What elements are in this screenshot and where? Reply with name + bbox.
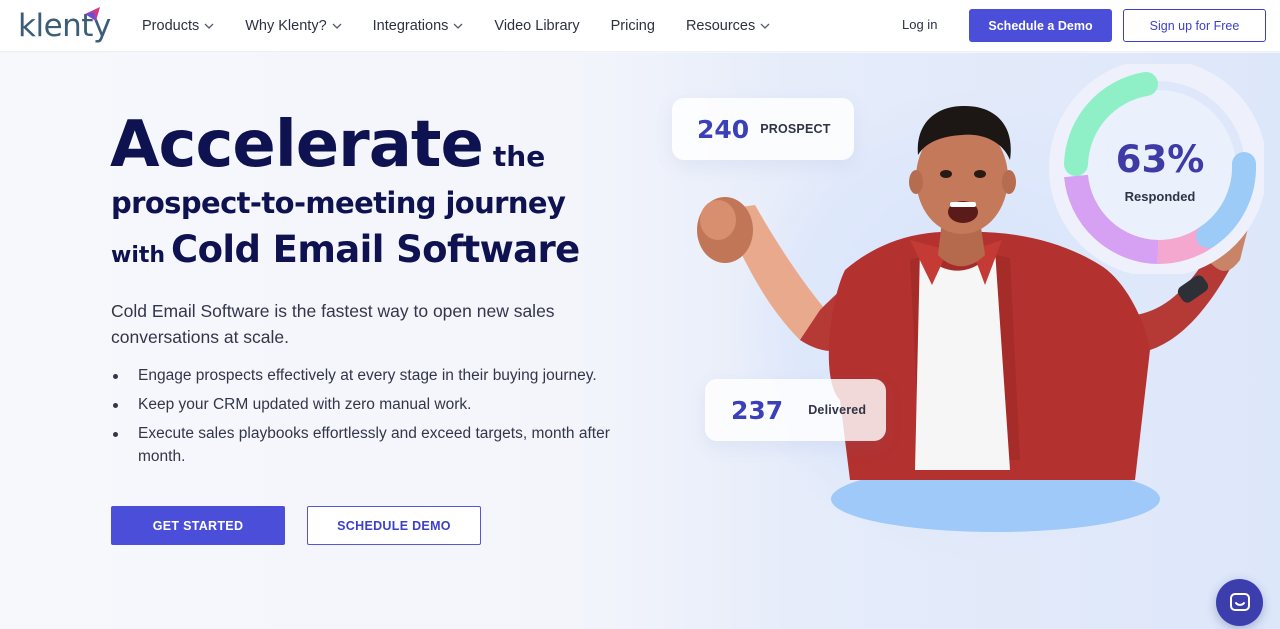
klenty-logo[interactable]: klenty	[18, 4, 111, 48]
schedule-demo-button[interactable]: Schedule a Demo	[969, 9, 1112, 42]
headline-cold-email-software: Cold Email Software	[171, 228, 580, 271]
delivered-stat-card: 237 Delivered	[705, 379, 886, 441]
get-started-button[interactable]: GET STARTED	[111, 506, 285, 545]
nav-video-library[interactable]: Video Library	[494, 18, 579, 34]
nav-products-label: Products	[142, 18, 200, 34]
nav-pricing[interactable]: Pricing	[611, 18, 655, 34]
hero-headline-line-3: with Cold Email Software	[111, 228, 580, 271]
hero-headline-line-1: Accelerate the	[110, 108, 545, 182]
nav-video-library-label: Video Library	[494, 18, 580, 34]
chat-bubble-icon	[1229, 592, 1250, 611]
prospect-label: PROSPECT	[760, 122, 831, 136]
chevron-down-icon	[453, 23, 463, 29]
schedule-demo-outline-button[interactable]: SCHEDULE DEMO	[307, 506, 481, 545]
hero-bullet-list: Engage prospects effectively at every st…	[111, 364, 641, 474]
login-link[interactable]: Log in	[902, 17, 937, 32]
nav-integrations[interactable]: Integrations	[373, 18, 464, 34]
nav-products[interactable]: Products	[142, 18, 214, 34]
bullet-item: Execute sales playbooks effortlessly and…	[111, 422, 641, 468]
chat-launcher-button[interactable]	[1216, 579, 1263, 626]
chevron-down-icon	[204, 23, 214, 29]
prospect-stat-card: 240 PROSPECT	[672, 98, 854, 160]
headline-with: with	[111, 243, 166, 268]
nav-resources-label: Resources	[685, 18, 756, 34]
responded-percentage: 63%	[1115, 138, 1205, 181]
signup-button[interactable]: Sign up for Free	[1123, 9, 1266, 42]
logo-paper-plane-icon	[85, 7, 100, 21]
headline-the: the	[492, 140, 546, 173]
delivered-label: Delivered	[808, 403, 867, 417]
prospect-count: 240	[697, 114, 750, 144]
hero-headline-line-2: prospect-to-meeting journey	[111, 186, 566, 220]
chevron-down-icon	[332, 23, 342, 29]
nav-integrations-label: Integrations	[372, 18, 449, 34]
main-navigation: Products Why Klenty? Integrations Video …	[142, 0, 801, 52]
nav-resources[interactable]: Resources	[686, 18, 770, 34]
responded-label: Responded	[1124, 189, 1196, 204]
nav-why-klenty[interactable]: Why Klenty?	[245, 18, 342, 34]
headline-accelerate: Accelerate	[110, 108, 484, 182]
chevron-down-icon	[760, 23, 770, 29]
hero-subtitle: Cold Email Software is the fastest way t…	[111, 301, 555, 347]
bullet-item: Keep your CRM updated with zero manual w…	[111, 393, 641, 416]
nav-pricing-label: Pricing	[610, 18, 655, 34]
delivered-count: 237	[731, 395, 784, 425]
nav-why-klenty-label: Why Klenty?	[245, 18, 327, 34]
top-nav-bar: klenty Products Why Klenty? Integrations	[0, 0, 1280, 52]
bullet-item: Engage prospects effectively at every st…	[111, 364, 641, 387]
